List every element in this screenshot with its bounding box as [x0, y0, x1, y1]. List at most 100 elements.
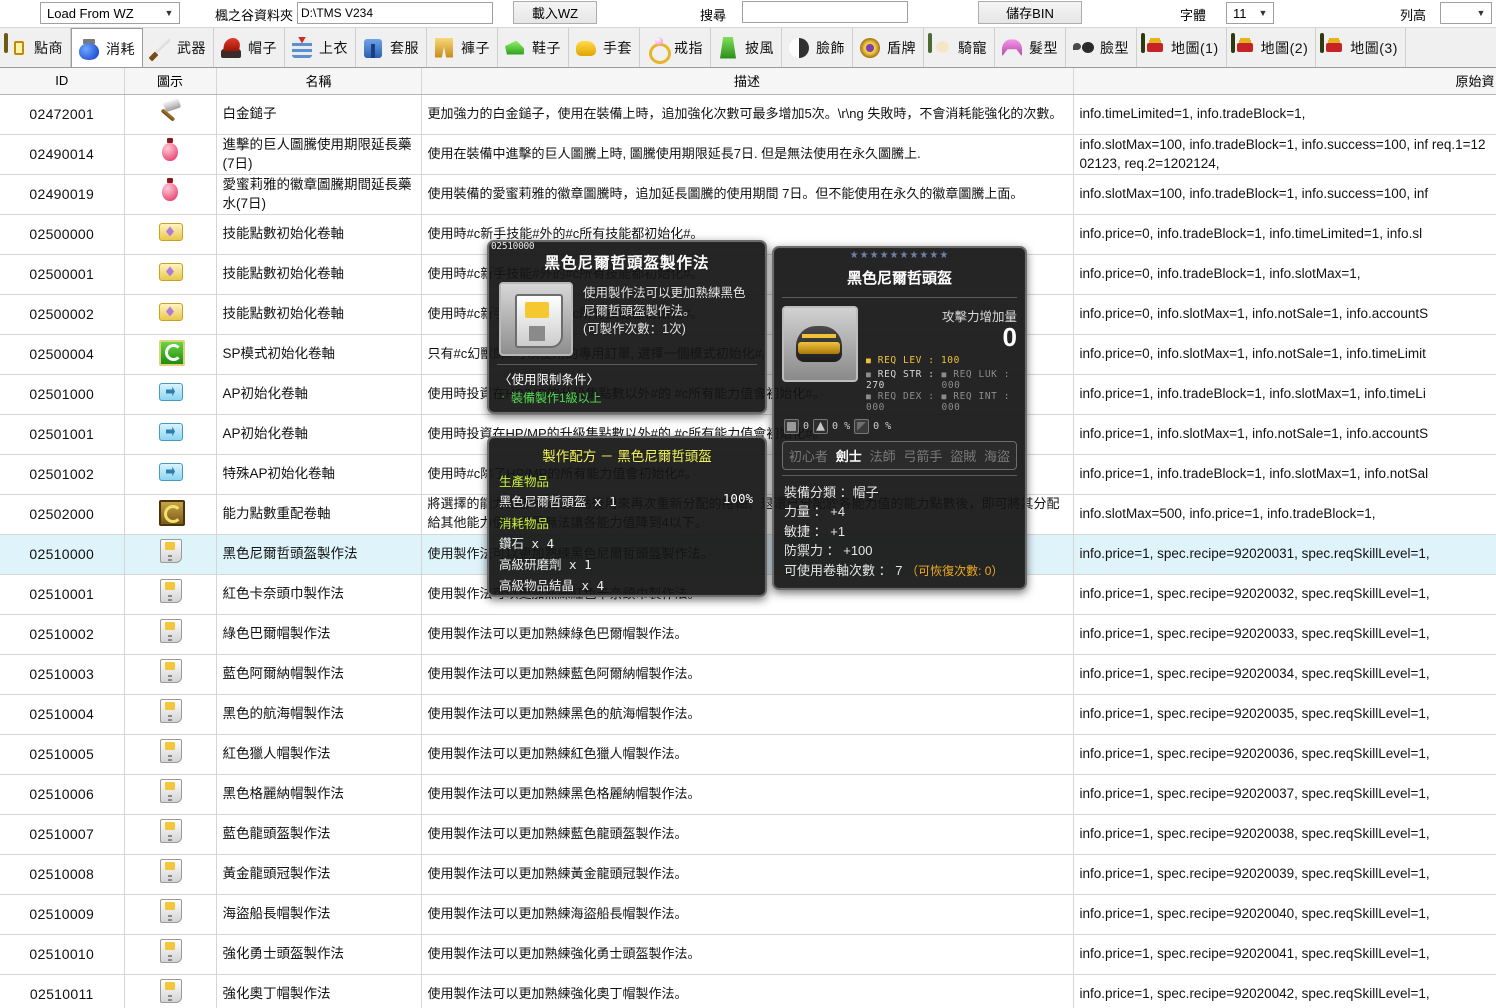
skill-scroll-icon [156, 257, 184, 285]
tab-臉飾[interactable]: 臉飾 [782, 28, 853, 67]
recipe-icon [156, 537, 184, 565]
header-row: ID 圖示 名稱 描述 原始資 [0, 68, 1496, 95]
font-size-select[interactable]: 11 ▼ [1226, 2, 1274, 24]
table-row[interactable]: 02510011 強化奧丁帽製作法 使用製作法可以更加熟練強化奧丁帽製作法。 info… [0, 974, 1496, 1008]
formula-consume-label: 消耗物品 [499, 517, 550, 531]
tab-臉型[interactable]: 臉型 [1066, 28, 1137, 67]
table-row[interactable]: 02490019 愛蜜莉雅的徽章圖騰期間延長藥水(7日) 使用裝備的愛蜜莉雅的徽章圖… [0, 174, 1496, 215]
tab-武器[interactable]: 武器 [143, 28, 214, 67]
cell-icon [124, 534, 217, 575]
tab-騎寵[interactable]: 騎寵 [924, 28, 995, 67]
table-row[interactable]: 02510007 藍色龍頭盔製作法 使用製作法可以更加熟練藍色龍頭盔製作法。 info… [0, 814, 1496, 855]
recipe-icon [156, 737, 184, 765]
tab-帽子[interactable]: 帽子 [214, 28, 285, 67]
table-row[interactable]: 02490014 進擊的巨人圖騰使用期限延長藥(7日) 使用在裝備中進擊的巨人圖騰上… [0, 134, 1496, 175]
item-scroll-line: 可使用卷軸次數 ： 7 （可恢復次數: 0） [784, 561, 1015, 581]
tab-戒指[interactable]: 戒指 [640, 28, 711, 67]
cell-description: 使用製作法可以更加熟練綠色巴爾帽製作法。 [421, 614, 1074, 655]
load-wz-button[interactable]: 載入WZ [513, 1, 597, 24]
table-row[interactable]: 02510009 海盜船長帽製作法 使用製作法可以更加熟練海盜船長帽製作法。 info… [0, 894, 1496, 935]
req-luk: REQ LUK : 000 [941, 368, 1011, 391]
req-str: REQ STR : 270 [866, 368, 935, 391]
item-stat-line: 防禦力 ： +100 [784, 543, 873, 559]
cell-icon [124, 654, 217, 695]
search-input[interactable] [742, 1, 908, 23]
table-row[interactable]: 02510004 黑色的航海帽製作法 使用製作法可以更加熟練黑色的航海帽製作法。 in… [0, 694, 1496, 735]
tab-地圖(1)[interactable]: 地圖(1) [1137, 28, 1227, 67]
table-row[interactable]: 02510003 藍色阿爾納帽製作法 使用製作法可以更加熟練藍色阿爾納帽製作法。 in… [0, 654, 1496, 695]
column-header-name[interactable]: 名稱 [216, 68, 422, 95]
cell-icon [124, 614, 217, 655]
table-row[interactable]: 02510005 紅色獵人帽製作法 使用製作法可以更加熟練紅色獵人帽製作法。 info… [0, 734, 1496, 775]
table-row[interactable]: 02510006 黑色格麗納帽製作法 使用製作法可以更加熟練黑色格麗納帽製作法。 in… [0, 774, 1496, 815]
cell-description: 使用製作法可以更加熟練紅色獵人帽製作法。 [421, 734, 1074, 775]
cell-description: 使用製作法可以更加熟練藍色阿爾納帽製作法。 [421, 654, 1074, 695]
tab-髮型[interactable]: 髮型 [995, 28, 1066, 67]
tab-label: 地圖(3) [1350, 39, 1398, 56]
table-row[interactable]: 02510008 黃金龍頭冠製作法 使用製作法可以更加熟練黃金龍頭冠製作法。 info… [0, 854, 1496, 895]
map-icon [1141, 32, 1167, 61]
skill-scroll-icon [156, 297, 184, 325]
cell-name: 黑色的航海帽製作法 [216, 694, 422, 735]
cell-raw-data: info.timeLimited=1, info.tradeBlock=1, [1073, 94, 1496, 135]
column-header-id[interactable]: ID [0, 68, 125, 95]
tab-褲子[interactable]: 褲子 [427, 28, 498, 67]
tab-消耗[interactable]: 消耗 [71, 28, 143, 67]
recipe-icon [156, 897, 184, 925]
recipe-icon [156, 857, 184, 885]
folder-label: 楓之谷資料夾 [215, 8, 294, 23]
tab-地圖(2)[interactable]: 地圖(2) [1226, 28, 1317, 67]
cell-id: 02500001 [0, 254, 125, 295]
row-height-select[interactable]: ▼ [1440, 2, 1492, 24]
column-header-raw[interactable]: 原始資 [1073, 68, 1496, 95]
toolbar: Load From WZ ▼ 楓之谷資料夾 D:\TMS V234 載入WZ 搜… [0, 0, 1496, 28]
cell-name: 黑色格麗納帽製作法 [216, 774, 422, 815]
tab-披風[interactable]: 披風 [711, 28, 782, 67]
cell-name: AP初始化卷軸 [216, 414, 422, 455]
cell-id: 02500004 [0, 334, 125, 375]
pants-icon [431, 35, 457, 61]
ap-scroll-icon [156, 417, 184, 445]
cell-id: 02500000 [0, 214, 125, 255]
tab-點商[interactable]: 點商 [0, 28, 71, 67]
cell-name: 技能點數初始化卷軸 [216, 254, 422, 295]
mount-icon [928, 32, 954, 61]
item-grid[interactable]: ID 圖示 名稱 描述 原始資 02472001 白金鎚子 更加強力的白金鎚子，使用… [0, 68, 1496, 1008]
potential-value-3: 0 % [873, 420, 892, 432]
sp-mode-icon [156, 337, 185, 367]
tab-label: 髮型 [1029, 39, 1058, 56]
table-row[interactable]: 02472001 白金鎚子 更加強力的白金鎚子，使用在裝備上時，追加強化次數可最多增… [0, 94, 1496, 135]
folder-path-input[interactable]: D:\TMS V234 [297, 2, 493, 24]
column-header-desc[interactable]: 描述 [421, 68, 1074, 95]
cell-description: 使用裝備的愛蜜莉雅的徽章圖騰時，追加延長圖騰的使用期間 7日。但不能使用在永久的… [421, 174, 1074, 215]
save-bin-button[interactable]: 儲存BIN [978, 1, 1082, 24]
cell-name: 技能點數初始化卷軸 [216, 214, 422, 255]
column-header-icon[interactable]: 圖示 [124, 68, 217, 95]
cell-raw-data: info.price=1, spec.recipe=92020038, spec… [1073, 814, 1496, 855]
cell-icon [124, 454, 217, 495]
cell-raw-data: info.price=1, spec.recipe=92020042, spec… [1073, 974, 1496, 1008]
font-size-value: 11 [1233, 5, 1247, 21]
tab-手套[interactable]: 手套 [569, 28, 640, 67]
cell-id: 02490014 [0, 134, 125, 175]
recipe-icon [156, 777, 184, 805]
tab-鞋子[interactable]: 鞋子 [498, 28, 569, 67]
load-mode-select[interactable]: Load From WZ ▼ [40, 2, 180, 24]
tab-上衣[interactable]: 上衣 [285, 28, 356, 67]
tab-盾牌[interactable]: 盾牌 [853, 28, 924, 67]
tab-地圖(3)[interactable]: 地圖(3) [1316, 28, 1406, 67]
chevron-down-icon: ▼ [1476, 7, 1486, 18]
cell-icon [124, 494, 217, 535]
table-row[interactable]: 02510002 綠色巴爾帽製作法 使用製作法可以更加熟練綠色巴爾帽製作法。 info… [0, 614, 1496, 655]
cell-raw-data: info.slotMax=100, info.tradeBlock=1, inf… [1073, 174, 1496, 215]
potion-icon [156, 177, 184, 205]
cell-id: 02510004 [0, 694, 125, 735]
attack-increase-label: 攻擊力增加量 [941, 310, 1017, 324]
tab-label: 點商 [34, 39, 63, 56]
cell-name: 強化奧丁帽製作法 [216, 974, 422, 1008]
tab-label: 地圖(2) [1260, 39, 1309, 56]
table-row[interactable]: 02510010 強化勇士頭盔製作法 使用製作法可以更加熟練強化勇士頭盔製作法。 in… [0, 934, 1496, 975]
formula-tooltip: 製作配方 － 黑色尼爾哲頭盔 生產物品 黑色尼爾哲頭盔 x 1 100% 消耗物… [487, 436, 767, 597]
tab-套服[interactable]: 套服 [356, 28, 427, 67]
job-盜賊: 盜賊 [950, 448, 977, 464]
